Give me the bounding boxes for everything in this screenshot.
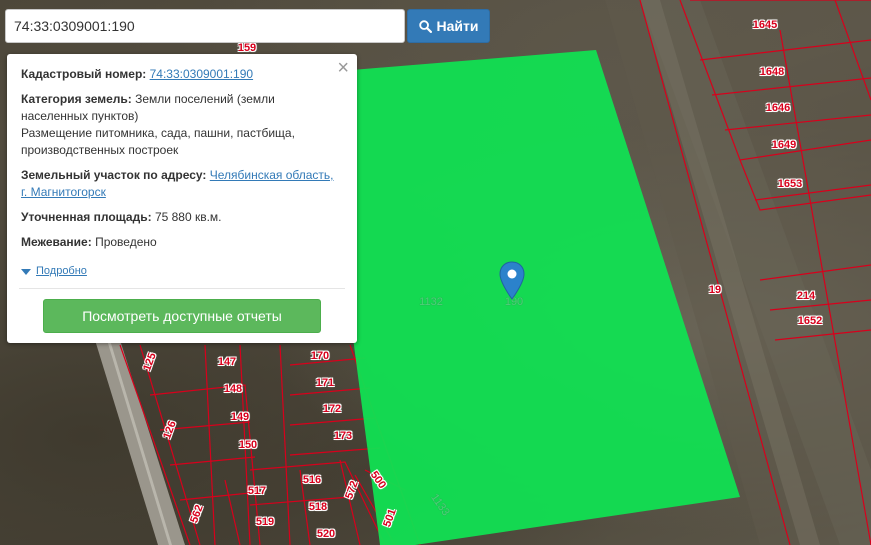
map-label: 1648 — [759, 66, 785, 78]
map-label: 516 — [302, 474, 322, 486]
close-icon[interactable]: × — [337, 58, 349, 78]
cadastral-link[interactable]: 74:33:0309001:190 — [150, 67, 253, 81]
survey-row: Межевание: Проведено — [21, 234, 343, 251]
map-label: 1645 — [752, 19, 778, 31]
map-label: 214 — [796, 290, 816, 302]
area-row: Уточненная площадь: 75 880 кв.м. — [21, 209, 343, 226]
cadastral-row: Кадастровый номер: 74:33:0309001:190 — [21, 66, 343, 83]
search-icon — [418, 19, 432, 33]
view-reports-button[interactable]: Посмотреть доступные отчеты — [43, 299, 321, 333]
search-bar: Найти — [5, 9, 490, 43]
details-toggle[interactable]: Подробно — [21, 263, 343, 280]
map-label: 517 — [247, 485, 267, 497]
map-label: 173 — [333, 430, 353, 442]
category-row: Категория земель: Земли поселений (земли… — [21, 91, 343, 159]
map-label: 519 — [255, 516, 275, 528]
search-button[interactable]: Найти — [407, 9, 490, 43]
caret-down-icon — [21, 268, 31, 275]
map-label: 1649 — [771, 139, 797, 151]
cadastral-label: Кадастровый номер: — [21, 67, 147, 81]
parcel-info-popup: × Кадастровый номер: 74:33:0309001:190 К… — [7, 54, 357, 343]
address-row: Земельный участок по адресу: Челябинская… — [21, 167, 343, 201]
search-input[interactable] — [5, 9, 405, 43]
map-label: 19 — [708, 284, 722, 296]
survey-value: Проведено — [95, 235, 157, 249]
details-label[interactable]: Подробно — [36, 263, 87, 280]
survey-label: Межевание: — [21, 235, 92, 249]
map-pin-icon[interactable] — [499, 261, 525, 301]
map-label: 520 — [316, 528, 336, 540]
category-label: Категория земель: — [21, 92, 132, 106]
map-label: 149 — [230, 411, 250, 423]
map-label: 518 — [308, 501, 328, 513]
map-label: 148 — [223, 383, 243, 395]
area-value: 75 880 кв.м. — [154, 210, 222, 224]
search-button-label: Найти — [436, 18, 479, 34]
map-label: 170 — [310, 350, 330, 362]
map-label: 1652 — [797, 315, 823, 327]
map-label: 1646 — [765, 102, 791, 114]
popup-divider — [19, 288, 345, 289]
map-label: 147 — [217, 356, 237, 368]
map-label: 150 — [238, 439, 258, 451]
map-label: 1132 — [419, 296, 443, 308]
map-label: 159 — [237, 42, 257, 54]
map-label: 171 — [315, 377, 335, 389]
map-label: 1653 — [777, 178, 803, 190]
area-label: Уточненная площадь: — [21, 210, 152, 224]
map-label: 172 — [322, 403, 342, 415]
address-label: Земельный участок по адресу: — [21, 168, 207, 182]
usage-value: Размещение питомника, сада, пашни, пастб… — [21, 126, 295, 157]
